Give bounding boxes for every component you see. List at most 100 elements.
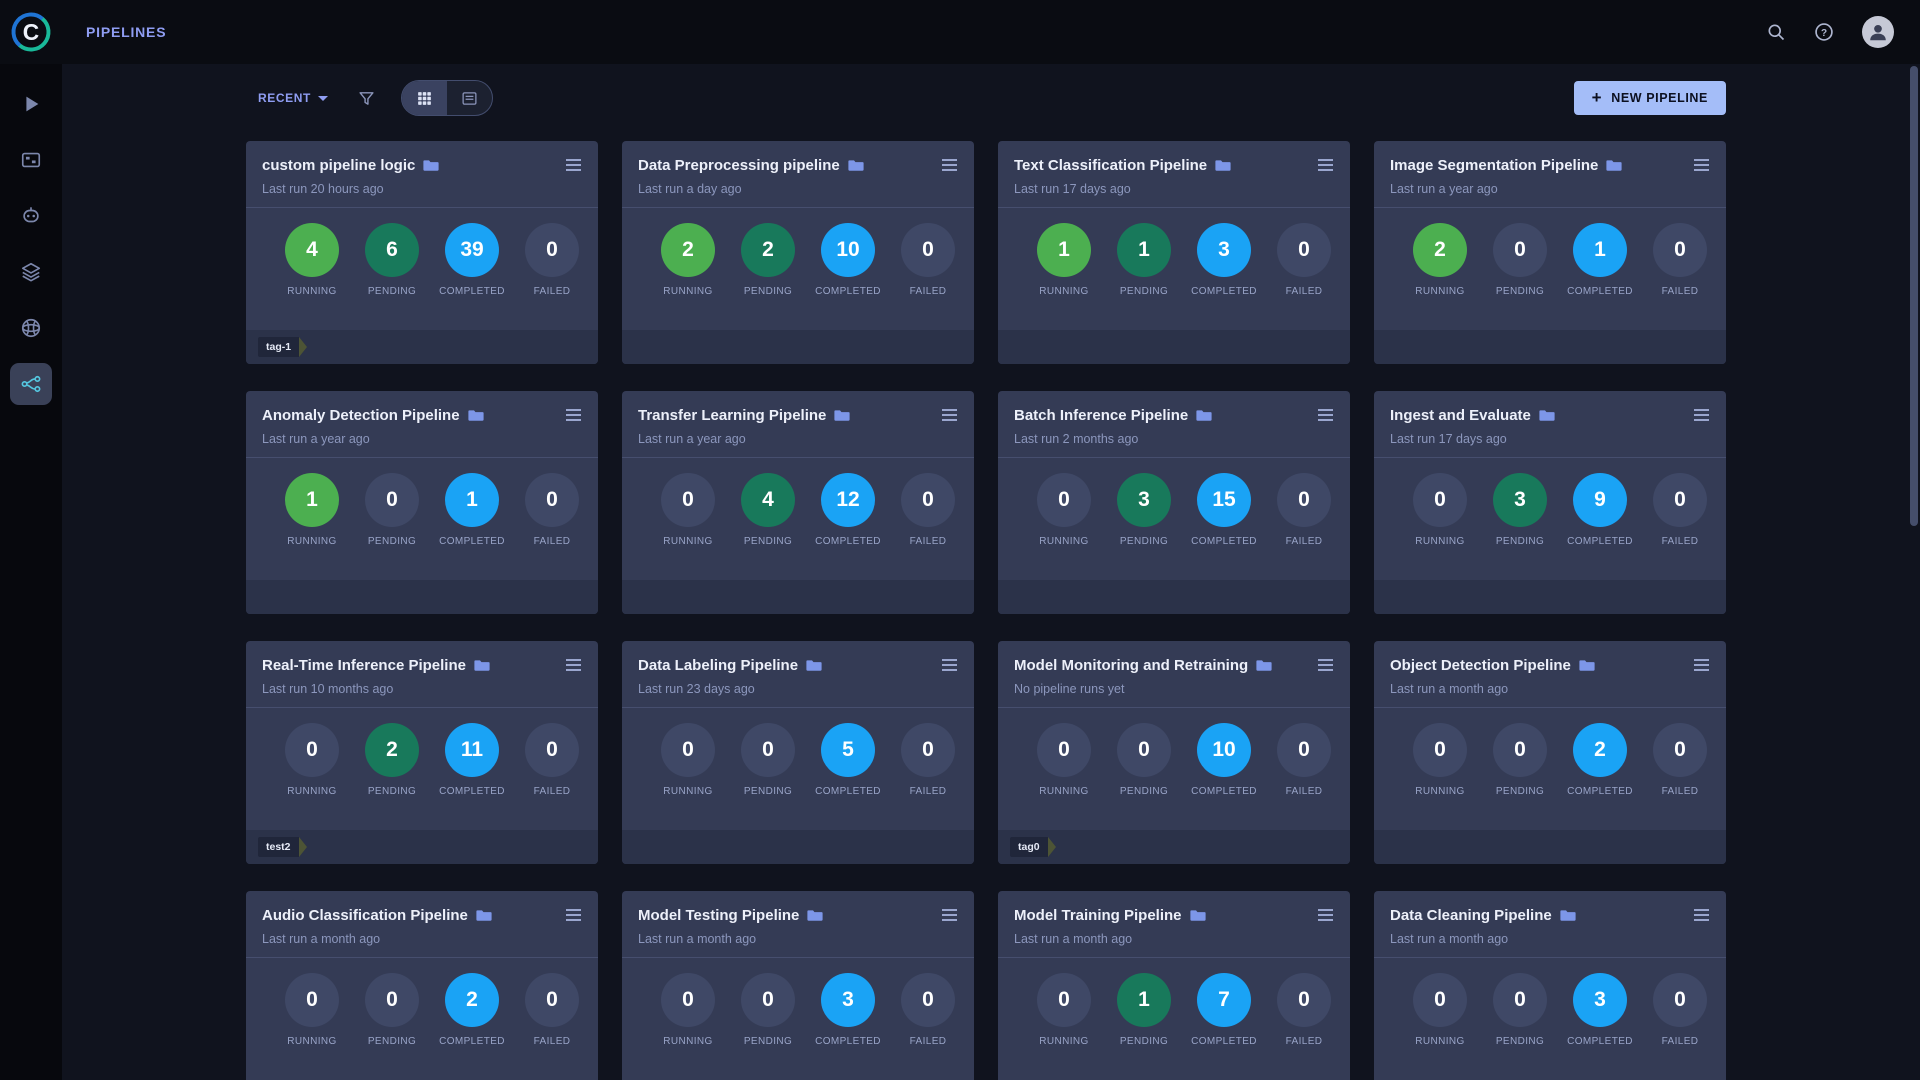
stat-label: PENDING [728,536,808,547]
stat-label: FAILED [1640,1036,1720,1047]
folder-icon [474,658,490,672]
sidebar-item-experiments[interactable] [0,132,62,188]
pipeline-card[interactable]: Data Cleaning Pipeline Last run a month … [1374,891,1726,1080]
sidebar-item-projects[interactable] [0,76,62,132]
pipeline-card[interactable]: Model Testing Pipeline Last run a month … [622,891,974,1080]
card-menu-button[interactable] [1317,156,1334,174]
stat-completed: 5 COMPLETED [808,723,888,797]
pipeline-stats: 2 RUNNING 0 PENDING 1 COMPLETED 0 FAILED [1374,223,1726,297]
stat-completed: 39 COMPLETED [432,223,512,297]
pipeline-card[interactable]: Text Classification Pipeline Last run 17… [998,141,1350,364]
card-menu-button[interactable] [941,906,958,924]
card-menu-button[interactable] [941,156,958,174]
card-menu-button[interactable] [565,906,582,924]
stat-label: FAILED [1640,286,1720,297]
card-menu-button[interactable] [565,406,582,424]
pipeline-card[interactable]: Audio Classification Pipeline Last run a… [246,891,598,1080]
pipeline-last-run: Last run a month ago [638,932,958,957]
pipeline-title: Batch Inference Pipeline [1014,407,1188,424]
pipeline-card[interactable]: custom pipeline logic Last run 20 hours … [246,141,598,364]
stat-circle: 0 [1413,473,1467,527]
stat-completed: 3 COMPLETED [808,973,888,1047]
card-menu-button[interactable] [1693,906,1710,924]
sidebar-item-datasets[interactable] [0,244,62,300]
stat-label: RUNNING [648,536,728,547]
pipeline-last-run: Last run 23 days ago [638,682,958,707]
pipeline-card[interactable]: Model Monitoring and Retraining No pipel… [998,641,1350,864]
stat-label: COMPLETED [1184,1036,1264,1047]
stat-failed: 0 FAILED [1640,473,1720,547]
chevron-down-icon [318,96,328,101]
pipeline-card-footer [622,830,974,864]
pipeline-title: Image Segmentation Pipeline [1390,157,1598,174]
card-menu-button[interactable] [565,656,582,674]
pipeline-title: custom pipeline logic [262,157,415,174]
stat-label: RUNNING [1400,1036,1480,1047]
sort-dropdown[interactable]: RECENT [258,91,328,105]
stat-circle: 0 [1277,473,1331,527]
stat-label: COMPLETED [432,1036,512,1047]
stat-label: RUNNING [1024,1036,1104,1047]
pipeline-card[interactable]: Real-Time Inference Pipeline Last run 10… [246,641,598,864]
card-menu-button[interactable] [1317,906,1334,924]
card-menu-button[interactable] [1693,406,1710,424]
stat-circle: 0 [525,723,579,777]
stat-label: RUNNING [648,1036,728,1047]
new-pipeline-button[interactable]: + NEW PIPELINE [1574,81,1726,115]
stat-running: 0 RUNNING [1024,473,1104,547]
stat-circle: 0 [661,723,715,777]
stat-label: COMPLETED [432,536,512,547]
stat-failed: 0 FAILED [888,223,968,297]
card-menu-button[interactable] [1317,406,1334,424]
user-avatar-icon[interactable] [1862,16,1894,48]
stat-circle: 0 [365,973,419,1027]
stat-pending: 1 PENDING [1104,223,1184,297]
stat-circle: 3 [821,973,875,1027]
pipeline-tag: tag0 [1010,837,1048,857]
pipeline-card[interactable]: Data Labeling Pipeline Last run 23 days … [622,641,974,864]
pipeline-card-header: Anomaly Detection Pipeline Last run a ye… [246,391,598,458]
stat-circle: 0 [741,723,795,777]
stat-circle: 0 [1653,973,1707,1027]
stat-failed: 0 FAILED [888,473,968,547]
app-logo[interactable]: C [0,11,62,53]
stat-circle: 11 [445,723,499,777]
pipeline-card[interactable]: Data Preprocessing pipeline Last run a d… [622,141,974,364]
sidebar-item-models[interactable] [0,300,62,356]
stat-label: COMPLETED [808,286,888,297]
pipeline-card[interactable]: Anomaly Detection Pipeline Last run a ye… [246,391,598,614]
pipeline-card[interactable]: Model Training Pipeline Last run a month… [998,891,1350,1080]
pipeline-card[interactable]: Object Detection Pipeline Last run a mon… [1374,641,1726,864]
pipeline-card-footer [622,580,974,614]
stat-label: FAILED [1264,286,1344,297]
card-menu-button[interactable] [1317,656,1334,674]
card-menu-button[interactable] [565,156,582,174]
stat-label: COMPLETED [432,786,512,797]
sphere-icon [20,317,42,339]
folder-icon [1560,908,1576,922]
scrollbar-thumb[interactable] [1910,66,1918,526]
pipeline-card[interactable]: Ingest and Evaluate Last run 17 days ago… [1374,391,1726,614]
stat-circle: 12 [821,473,875,527]
pipeline-card[interactable]: Batch Inference Pipeline Last run 2 mont… [998,391,1350,614]
card-menu-button[interactable] [941,656,958,674]
pipeline-title: Transfer Learning Pipeline [638,407,826,424]
pipeline-card[interactable]: Image Segmentation Pipeline Last run a y… [1374,141,1726,364]
stat-circle: 0 [901,723,955,777]
grid-view-button[interactable] [402,81,447,115]
filter-button[interactable] [358,90,375,107]
stat-label: RUNNING [272,536,352,547]
sidebar-item-workers[interactable] [0,188,62,244]
list-view-button[interactable] [447,81,492,115]
stat-label: COMPLETED [1184,286,1264,297]
search-icon[interactable] [1766,22,1786,42]
stat-pending: 0 PENDING [1480,973,1560,1047]
pipeline-card[interactable]: Transfer Learning Pipeline Last run a ye… [622,391,974,614]
help-icon[interactable]: ? [1814,22,1834,42]
card-menu-button[interactable] [941,406,958,424]
sidebar-item-pipelines[interactable] [0,356,62,412]
card-menu-button[interactable] [1693,656,1710,674]
stat-completed: 11 COMPLETED [432,723,512,797]
stat-label: COMPLETED [1560,786,1640,797]
card-menu-button[interactable] [1693,156,1710,174]
